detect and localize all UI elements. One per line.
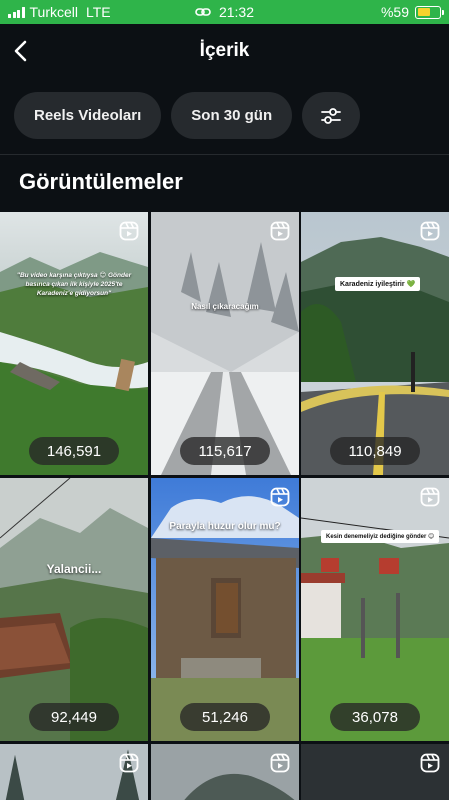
view-count: 115,617 xyxy=(180,437,270,465)
reel-thumbnail xyxy=(151,478,299,741)
date-range-filter[interactable]: Son 30 gün xyxy=(171,92,293,139)
carrier-name: Turkcell xyxy=(29,4,79,20)
reels-icon xyxy=(420,487,440,507)
filter-bar: Reels Videoları Son 30 gün xyxy=(14,92,361,139)
signal-icon xyxy=(8,6,25,18)
reel-thumbnail xyxy=(0,212,148,475)
header: İçerik xyxy=(0,24,449,78)
view-count: 92,449 xyxy=(29,703,119,731)
divider xyxy=(0,154,449,155)
back-button[interactable] xyxy=(6,36,36,66)
view-count: 51,246 xyxy=(180,703,270,731)
reel-tile[interactable] xyxy=(301,744,449,800)
page-title: İçerik xyxy=(199,40,250,61)
battery-percent: %59 xyxy=(380,4,409,20)
status-bar: Turkcell LTE 21:32 %59 xyxy=(0,0,449,24)
section-title: Görüntülemeler xyxy=(19,169,183,194)
network-type: LTE xyxy=(86,4,111,20)
reels-icon xyxy=(270,753,290,773)
reel-tile[interactable] xyxy=(0,744,148,800)
reel-caption: Karadeniz iyileştirir 💚 xyxy=(335,277,421,291)
reels-icon xyxy=(420,221,440,241)
clock: 21:32 xyxy=(218,4,255,20)
content-type-filter[interactable]: Reels Videoları xyxy=(14,92,162,139)
reel-caption: Kesin denemeliyiz dediğine gönder 😊 xyxy=(321,530,440,543)
reel-tile[interactable]: Yalancii... 92,449 xyxy=(0,478,148,741)
reel-thumbnail xyxy=(301,212,449,475)
content-grid: "Bu video karşına çıktıysa 😊 Gönder bası… xyxy=(0,212,449,800)
reel-tile[interactable]: Nasıl çıkaracağım 115,617 xyxy=(151,212,299,475)
reel-caption: Yalancii... xyxy=(46,562,102,576)
view-count: 36,078 xyxy=(330,703,420,731)
battery-level xyxy=(417,8,430,16)
reel-tile[interactable]: "Bu video karşına çıktıysa 😊 Gönder bası… xyxy=(0,212,148,475)
reel-tile[interactable]: Kesin denemeliyiz dediğine gönder 😊 36,0… xyxy=(301,478,449,741)
view-count: 110,849 xyxy=(330,437,420,465)
link-icon xyxy=(195,8,211,16)
filter-settings-button[interactable] xyxy=(302,92,361,139)
chevron-left-icon xyxy=(14,40,27,62)
reel-tile[interactable] xyxy=(151,744,299,800)
reel-thumbnail xyxy=(151,212,299,475)
reel-tile[interactable]: Karadeniz iyileştirir 💚 110,849 xyxy=(301,212,449,475)
reel-tile[interactable]: Parayla huzur olur mu? 51,246 xyxy=(151,478,299,741)
view-count: 146,591 xyxy=(29,437,119,465)
reel-caption: "Bu video karşına çıktıysa 😊 Gönder bası… xyxy=(16,272,132,297)
reels-icon xyxy=(270,221,290,241)
reels-icon xyxy=(119,753,139,773)
reels-icon xyxy=(270,487,290,507)
reel-thumbnail xyxy=(301,478,449,741)
reels-icon xyxy=(119,221,139,241)
battery-icon xyxy=(415,5,444,19)
reel-thumbnail xyxy=(0,478,148,741)
reels-icon xyxy=(420,753,440,773)
sliders-icon xyxy=(321,107,342,124)
reel-caption: Nasıl çıkaracağım xyxy=(191,302,259,311)
reel-caption: Parayla huzur olur mu? xyxy=(169,521,281,532)
